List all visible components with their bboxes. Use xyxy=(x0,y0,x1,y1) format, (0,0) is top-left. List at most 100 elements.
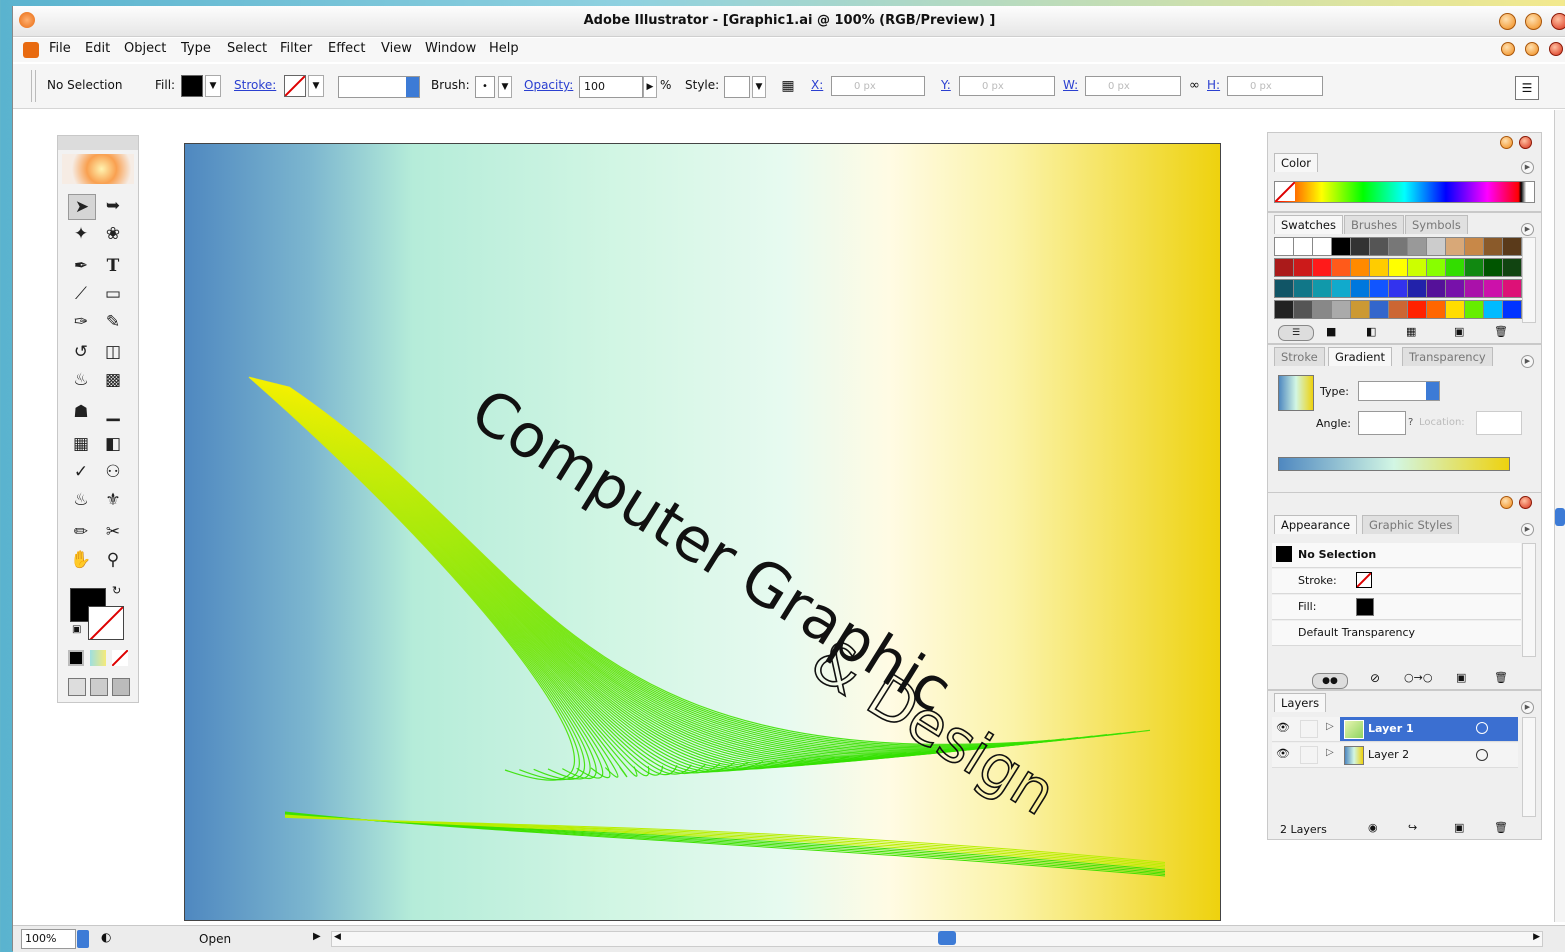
layer-1-expand-icon[interactable]: ▷ xyxy=(1326,721,1334,732)
create-new-sublayer-icon[interactable]: ↪ xyxy=(1408,821,1417,834)
free-transform-tool-icon[interactable]: ▩ xyxy=(100,368,126,392)
opacity-input[interactable]: 100 xyxy=(579,76,643,98)
x-label[interactable]: X: xyxy=(811,78,823,92)
color-swatch[interactable] xyxy=(1464,279,1484,298)
document-setup-icon[interactable]: ☰ xyxy=(1515,76,1539,100)
color-swatch[interactable] xyxy=(1388,300,1408,319)
opacity-slider-arrow-icon[interactable]: ▶ xyxy=(643,76,657,98)
horizontal-scrollbar[interactable]: ◀ ▶ xyxy=(331,931,1543,947)
direct-selection-tool-icon[interactable]: ➥ xyxy=(100,194,126,218)
color-swatch[interactable] xyxy=(1407,237,1427,256)
color-swatch[interactable] xyxy=(1502,300,1522,319)
blend-tool-icon[interactable]: ⚇ xyxy=(100,460,126,484)
pencil-tool-icon[interactable]: ✎ xyxy=(100,310,126,334)
pen-tool-icon[interactable]: ✒ xyxy=(68,254,94,278)
reduce-to-basic-appearance-icon[interactable]: ○→○ xyxy=(1404,671,1432,684)
menu-help[interactable]: Help xyxy=(489,41,519,56)
menu-view[interactable]: View xyxy=(381,41,412,56)
appearance-row-object[interactable]: No Selection xyxy=(1272,543,1521,568)
vertical-scrollbar[interactable] xyxy=(1554,110,1565,922)
artboard[interactable]: Computer Graphic & Design xyxy=(184,143,1221,921)
menu-effect[interactable]: Effect xyxy=(328,41,365,56)
tab-appearance[interactable]: Appearance xyxy=(1274,515,1358,534)
menu-filter[interactable]: Filter xyxy=(280,41,312,56)
brush-select[interactable]: • xyxy=(475,76,495,98)
stroke-color-box[interactable] xyxy=(88,606,124,640)
color-swatch[interactable] xyxy=(1502,258,1522,277)
layers-scrollbar[interactable] xyxy=(1522,717,1536,817)
doc-minimize-button[interactable] xyxy=(1501,42,1515,56)
scale-tool-icon[interactable]: ◫ xyxy=(100,340,126,364)
maximize-button[interactable] xyxy=(1525,13,1542,30)
gradient-tool-icon[interactable]: ◧ xyxy=(100,432,126,456)
rectangle-tool-icon[interactable]: ▭ xyxy=(100,282,126,306)
duplicate-item-icon[interactable]: ▣ xyxy=(1456,671,1466,684)
gradient-preview-swatch[interactable] xyxy=(1278,375,1314,411)
color-swatch[interactable] xyxy=(1331,279,1351,298)
menu-type[interactable]: Type xyxy=(181,41,211,56)
tab-layers[interactable]: Layers xyxy=(1274,693,1327,712)
tools-panel-header[interactable] xyxy=(58,136,138,150)
color-swatch[interactable] xyxy=(1369,300,1389,319)
line-segment-tool-icon[interactable]: ⟋ xyxy=(68,282,94,306)
layer-2-target-icon[interactable] xyxy=(1476,749,1488,761)
color-spectrum-bar[interactable] xyxy=(1274,181,1535,203)
layers-panel-menu-icon[interactable]: ▶ xyxy=(1521,701,1534,714)
color-swatch[interactable] xyxy=(1293,237,1313,256)
version-cue-icon[interactable]: ◐ xyxy=(101,930,111,944)
color-swatch[interactable] xyxy=(1464,258,1484,277)
layer-1-lock-toggle[interactable] xyxy=(1300,720,1318,738)
color-swatch[interactable] xyxy=(1483,258,1503,277)
color-swatch[interactable] xyxy=(1293,300,1313,319)
color-swatch[interactable] xyxy=(1407,279,1427,298)
color-swatch[interactable] xyxy=(1464,237,1484,256)
tab-swatches[interactable]: Swatches xyxy=(1274,215,1343,234)
full-screen-mode-icon[interactable] xyxy=(112,678,130,696)
mesh-tool-icon[interactable]: ▦ xyxy=(68,432,94,456)
style-swatch[interactable] xyxy=(724,76,750,98)
stroke-weight-select[interactable] xyxy=(338,76,420,98)
scissors-tool-icon[interactable]: ✂ xyxy=(100,520,126,544)
gradient-mode-icon[interactable] xyxy=(90,650,106,666)
show-swatch-kinds-icon[interactable]: ■ xyxy=(1326,325,1336,338)
menu-edit[interactable]: Edit xyxy=(85,41,110,56)
paintbrush-tool-icon[interactable]: ✑ xyxy=(68,310,94,334)
appearance-scrollbar[interactable] xyxy=(1522,543,1536,657)
color-swatch[interactable] xyxy=(1388,258,1408,277)
layer-1-visibility-icon[interactable]: 👁 xyxy=(1276,721,1290,734)
color-swatch[interactable] xyxy=(1369,258,1389,277)
y-label[interactable]: Y: xyxy=(941,78,951,92)
y-input[interactable]: 0 px xyxy=(959,76,1055,96)
swatch-scrollbar[interactable] xyxy=(1522,237,1536,323)
appearance-stroke-swatch[interactable] xyxy=(1356,572,1372,588)
fill-swatch[interactable] xyxy=(181,75,203,97)
scroll-left-icon[interactable]: ◀ xyxy=(334,932,341,942)
remove-item-icon[interactable]: 🗑 xyxy=(1494,671,1508,684)
appearance-row-transparency[interactable]: Default Transparency xyxy=(1272,621,1521,646)
create-new-layer-icon[interactable]: ▣ xyxy=(1454,821,1464,834)
control-bar-grip[interactable] xyxy=(31,70,36,102)
style-dropdown-icon[interactable]: ▼ xyxy=(752,76,766,98)
layer-1-name[interactable]: Layer 1 xyxy=(1368,722,1414,735)
color-panel-minimize-button[interactable] xyxy=(1500,136,1513,149)
tab-brushes[interactable]: Brushes xyxy=(1344,215,1405,234)
color-swatch[interactable] xyxy=(1407,300,1427,319)
layer-row-2[interactable]: 👁 ▷ Layer 2 xyxy=(1272,743,1518,768)
menu-file[interactable]: File xyxy=(49,41,71,56)
eyedropper-tool-icon[interactable]: ✓ xyxy=(68,460,94,484)
zoom-tool-icon[interactable]: ⚲ xyxy=(100,548,126,572)
appearance-row-stroke[interactable]: Stroke: xyxy=(1272,569,1521,594)
color-swatch[interactable] xyxy=(1426,237,1446,256)
color-swatch[interactable] xyxy=(1502,237,1522,256)
make-clipping-mask-icon[interactable]: ◉ xyxy=(1368,821,1378,834)
layer-2-lock-toggle[interactable] xyxy=(1300,746,1318,764)
new-color-group-icon[interactable]: ▦ xyxy=(1406,325,1416,338)
color-swatch[interactable] xyxy=(1483,237,1503,256)
gradient-angle-input[interactable] xyxy=(1358,411,1406,435)
layer-2-name[interactable]: Layer 2 xyxy=(1368,748,1409,761)
default-fill-stroke-icon[interactable]: ▣ xyxy=(72,624,81,635)
color-swatch[interactable] xyxy=(1274,300,1294,319)
status-menu-arrow-icon[interactable]: ▶ xyxy=(313,931,321,942)
clear-appearance-icon[interactable]: ⊘ xyxy=(1370,671,1380,685)
color-swatch[interactable] xyxy=(1426,258,1446,277)
